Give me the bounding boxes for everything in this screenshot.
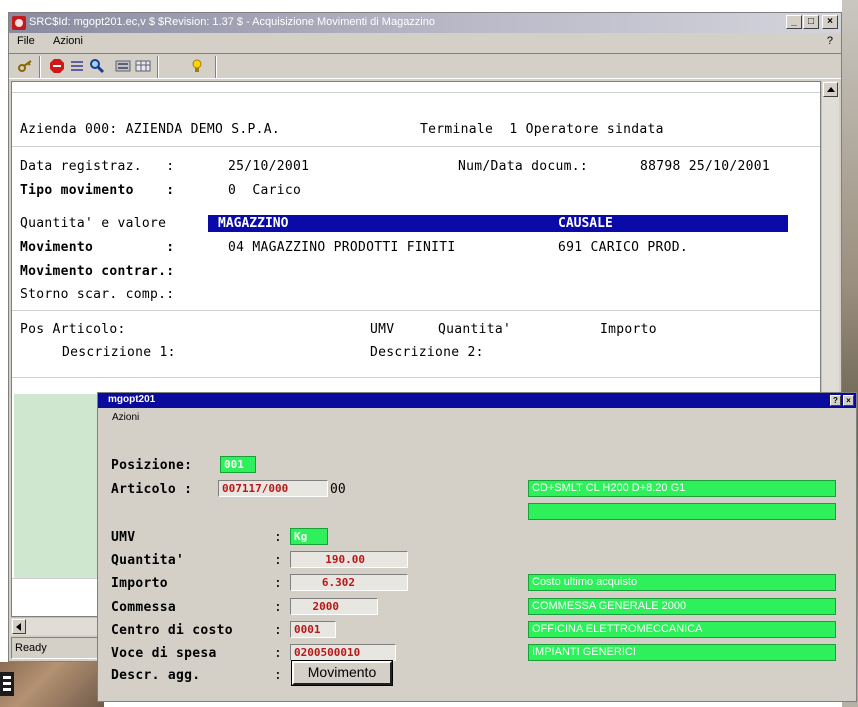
scroll-up-arrow-icon[interactable]: [823, 82, 838, 97]
voce-spesa-colon: :: [274, 646, 282, 661]
divider: [12, 377, 820, 378]
movimento-magazzino: 04 MAGAZZINO PRODOTTI FINITI: [228, 240, 456, 255]
commessa-label: Commessa: [111, 600, 177, 615]
centro-costo-description: OFFICINA ELETTROMECCANICA: [528, 621, 836, 638]
articolo-description-2: [528, 503, 836, 520]
movimento-causale: 691 CARICO PROD.: [558, 240, 689, 255]
posizione-label: Posizione:: [111, 458, 193, 473]
articolo-field[interactable]: 007117/000: [218, 480, 328, 497]
toolbar-separator: [157, 56, 159, 78]
umv-column: UMV: [370, 322, 395, 337]
articolo-label: Articolo :: [111, 482, 193, 497]
maximize-button[interactable]: □: [803, 15, 819, 29]
vertical-scrollbar[interactable]: [821, 81, 839, 401]
movimento-label: Movimento :: [20, 240, 175, 255]
num-data-docum-value: 88798 25/10/2001: [640, 159, 771, 174]
horizontal-scrollbar[interactable]: [11, 617, 106, 635]
quantita-column: Quantita': [438, 322, 512, 337]
num-data-docum-label: Num/Data docum.:: [458, 159, 589, 174]
importo-label: Importo: [111, 576, 168, 591]
selection-bar: [208, 215, 788, 232]
descr-agg-label: Descr. agg.: [111, 668, 201, 683]
voce-spesa-label: Voce di spesa: [111, 646, 217, 661]
divider: [12, 310, 820, 311]
toolbar-separator: [39, 56, 41, 78]
desktop-top: [0, 0, 858, 6]
quantita-label: Quantita': [111, 553, 185, 568]
terminale-text: Terminale 1 Operatore sindata: [420, 122, 664, 137]
menu-file[interactable]: File: [17, 35, 35, 47]
key-icon[interactable]: [17, 58, 33, 74]
dialog-menu-azioni[interactable]: Azioni: [112, 412, 139, 423]
causale-header: CAUSALE: [558, 216, 613, 231]
azienda-text: Azienda 000: AZIENDA DEMO S.P.A.: [20, 122, 281, 137]
storno-label: Storno scar. comp.:: [20, 287, 175, 302]
menu-help[interactable]: ?: [827, 35, 833, 47]
umv-field[interactable]: Kg: [290, 528, 328, 545]
umv-label: UMV: [111, 530, 136, 545]
movimento-contrar-label: Movimento contrar.:: [20, 264, 175, 279]
lightbulb-icon[interactable]: [189, 58, 205, 74]
app-icon[interactable]: [12, 16, 26, 30]
articolo-description: CD+SMLT CL H200 D+8.20 G1: [528, 480, 836, 497]
close-button[interactable]: ×: [822, 15, 838, 29]
dialog-title-bar[interactable]: mgopt201 ? ×: [98, 393, 856, 408]
window-controls: _ □ ×: [786, 15, 838, 29]
movimento-button[interactable]: Movimento: [291, 660, 393, 686]
commessa-description: COMMESSA GENERALE 2000: [528, 598, 836, 615]
commessa-colon: :: [274, 600, 282, 615]
stop-sign-icon[interactable]: [49, 58, 65, 74]
tipo-movimento-value: 0 Carico: [228, 183, 302, 198]
pos-articolo-column: Pos Articolo:: [20, 322, 126, 337]
umv-colon: :: [274, 530, 282, 545]
magazzino-header: MAGAZZINO: [218, 216, 289, 231]
toolbar: [9, 53, 841, 79]
title-bar[interactable]: SRC$Id: mgopt201.ec,v $ $Revision: 1.37 …: [9, 13, 841, 33]
quantita-field[interactable]: 190.00: [290, 551, 408, 568]
descr-agg-colon: :: [274, 668, 282, 683]
status-bar: Ready: [11, 637, 106, 659]
divider: [12, 92, 820, 93]
importo-colon: :: [274, 576, 282, 591]
quantita-colon: :: [274, 553, 282, 568]
menu-azioni[interactable]: Azioni: [53, 35, 83, 47]
desktop-background-bottom: [0, 662, 104, 707]
list-icon[interactable]: [69, 58, 85, 74]
commessa-field[interactable]: 2000: [290, 598, 378, 615]
voce-spesa-description: IMPIANTI GENERICI: [528, 644, 836, 661]
descrizione1-label: Descrizione 1:: [62, 345, 176, 360]
articolo-variant: 00: [330, 482, 346, 497]
taskbar-app-icon[interactable]: [0, 672, 14, 696]
posizione-field[interactable]: 001: [220, 456, 256, 473]
minimize-button[interactable]: _: [786, 15, 802, 29]
centro-costo-colon: :: [274, 623, 282, 638]
voce-spesa-field[interactable]: 0200500010: [290, 644, 396, 661]
descrizione2-label: Descrizione 2:: [370, 345, 484, 360]
centro-costo-field[interactable]: 0001: [290, 621, 336, 638]
data-registraz-value: 25/10/2001: [228, 159, 310, 174]
dialog-help-button[interactable]: ?: [830, 395, 841, 406]
tipo-movimento-label: Tipo movimento :: [20, 183, 175, 198]
table-icon[interactable]: [135, 58, 151, 74]
position-dialog: mgopt201 ? × Azioni Posizione: 001 Artic…: [97, 392, 857, 702]
centro-costo-label: Centro di costo: [111, 623, 233, 638]
search-icon[interactable]: [89, 58, 105, 74]
importo-column: Importo: [600, 322, 657, 337]
menu-bar: File Azioni ?: [9, 33, 841, 51]
importo-description: Costo ultimo acquisto: [528, 574, 836, 591]
status-text: Ready: [15, 642, 47, 654]
divider: [12, 146, 820, 147]
quantita-valore-label: Quantita' e valore: [20, 216, 167, 231]
toolbar-separator: [215, 56, 217, 78]
dialog-close-button[interactable]: ×: [843, 395, 854, 406]
dialog-title: mgopt201: [108, 394, 156, 405]
scroll-left-arrow-icon[interactable]: [12, 619, 26, 634]
importo-field[interactable]: 6.302: [290, 574, 408, 591]
list-panel: [14, 394, 106, 578]
data-registraz-label: Data registraz. :: [20, 159, 175, 174]
window-title: SRC$Id: mgopt201.ec,v $ $Revision: 1.37 …: [29, 16, 435, 28]
calculator-icon[interactable]: [115, 58, 131, 74]
